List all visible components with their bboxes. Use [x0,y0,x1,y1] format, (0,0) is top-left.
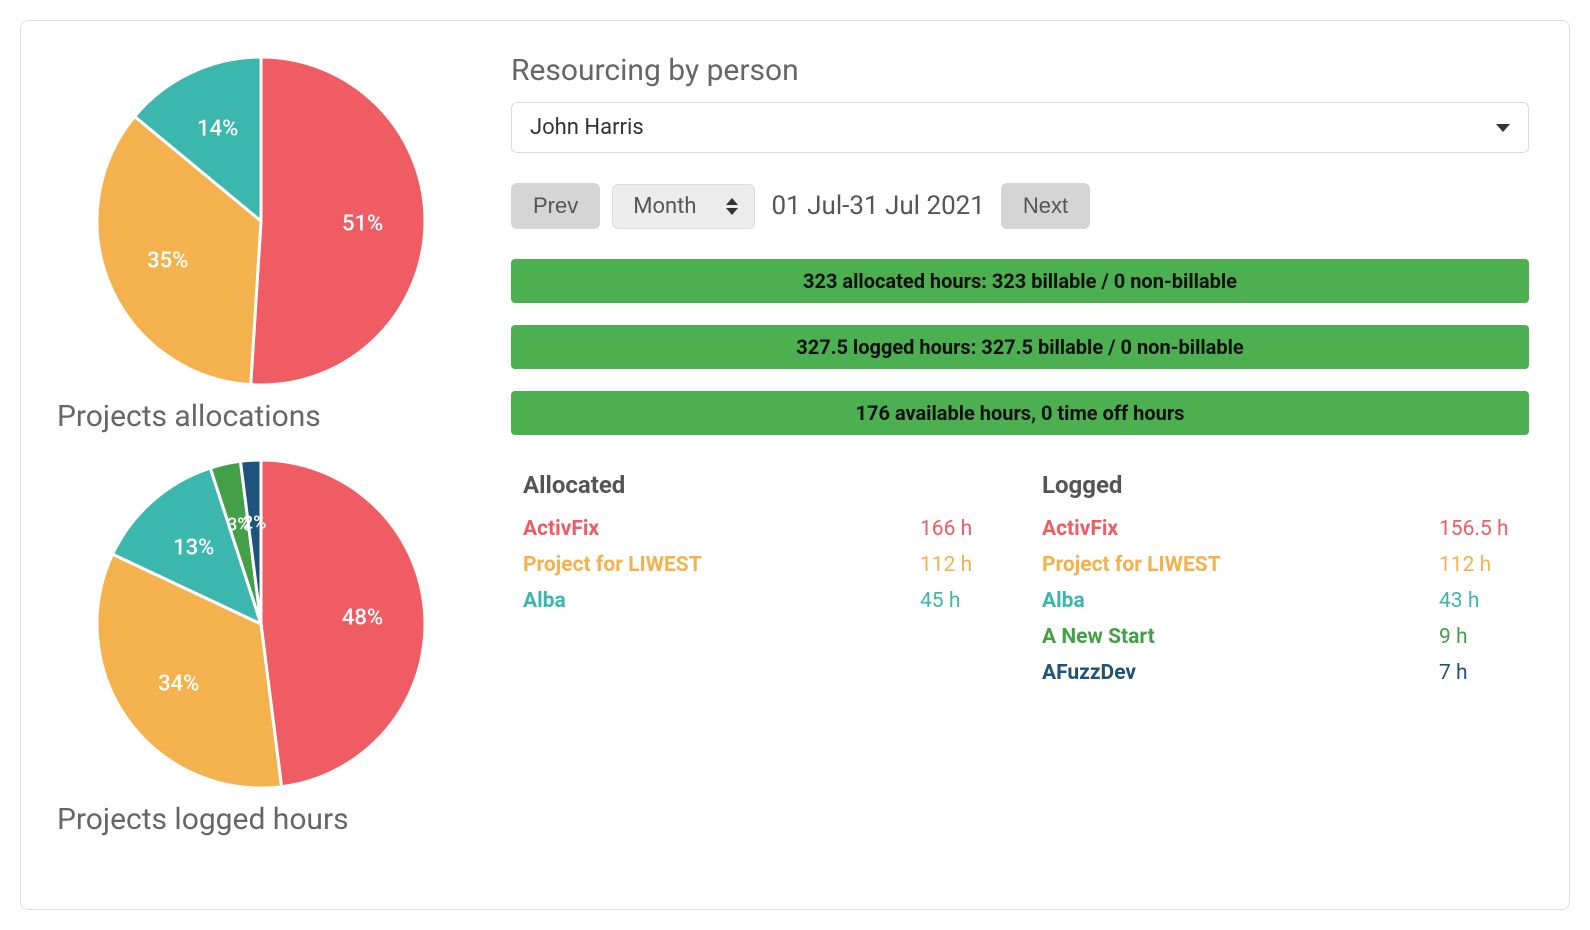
allocated-summary-bar: 323 allocated hours: 323 billable / 0 no… [511,259,1529,303]
allocated-table: Allocated ActivFix166 hProject for LIWES… [511,465,1010,691]
table-row: Alba45 h [511,583,1010,619]
charts-column: 51%35%14% Projects allocations 48%34%13%… [51,51,471,879]
table-row: ActivFix156.5 h [1030,511,1529,547]
project-hours: 156.5 h [1439,517,1529,541]
pie-slice [251,57,425,385]
table-row: A New Start9 h [1030,619,1529,655]
prev-button[interactable]: Prev [511,183,600,229]
project-hours: 45 h [920,589,1010,613]
project-name: Alba [523,589,920,613]
allocations-chart-title: Projects allocations [51,399,321,434]
sort-arrows-icon [726,198,738,215]
project-name: ActivFix [1042,517,1439,541]
project-name: ActivFix [523,517,920,541]
details-column: Resourcing by person John Harris Prev Mo… [511,51,1529,879]
date-range: 01 Jul-31 Jul 2021 [771,191,984,221]
project-name: Project for LIWEST [1042,553,1439,577]
period-select-value: Month [633,194,696,219]
table-row: ActivFix166 h [511,511,1010,547]
caret-down-icon [1496,124,1510,132]
tables-row: Allocated ActivFix166 hProject for LIWES… [511,465,1529,691]
project-hours: 166 h [920,517,1010,541]
person-select-value: John Harris [530,115,644,140]
person-select[interactable]: John Harris [511,102,1529,153]
logged-chart-block: 48%34%13%3%2% Projects logged hours [51,454,471,837]
project-name: A New Start [1042,625,1439,649]
project-name: AFuzzDev [1042,661,1439,685]
project-hours: 7 h [1439,661,1529,685]
project-name: Alba [1042,589,1439,613]
allocations-pie: 51%35%14% [91,51,431,391]
project-name: Project for LIWEST [523,553,920,577]
logged-pie: 48%34%13%3%2% [91,454,431,794]
available-summary-bar: 176 available hours, 0 time off hours [511,391,1529,435]
period-select[interactable]: Month [612,184,755,229]
project-hours: 112 h [920,553,1010,577]
date-nav: Prev Month 01 Jul-31 Jul 2021 Next [511,183,1529,229]
table-row: Project for LIWEST112 h [1030,547,1529,583]
allocations-chart-block: 51%35%14% Projects allocations [51,51,471,434]
logged-chart-title: Projects logged hours [51,802,349,837]
project-hours: 112 h [1439,553,1529,577]
logged-table: Logged ActivFix156.5 hProject for LIWEST… [1030,465,1529,691]
project-hours: 43 h [1439,589,1529,613]
table-row: Project for LIWEST112 h [511,547,1010,583]
allocated-table-header: Allocated [511,465,1010,511]
project-hours: 9 h [1439,625,1529,649]
next-button[interactable]: Next [1001,183,1090,229]
logged-summary-bar: 327.5 logged hours: 327.5 billable / 0 n… [511,325,1529,369]
logged-table-header: Logged [1030,465,1529,511]
resourcing-panel: 51%35%14% Projects allocations 48%34%13%… [20,20,1570,910]
table-row: AFuzzDev7 h [1030,655,1529,691]
table-row: Alba43 h [1030,583,1529,619]
page-title: Resourcing by person [511,53,1529,88]
pie-slice [261,460,425,787]
